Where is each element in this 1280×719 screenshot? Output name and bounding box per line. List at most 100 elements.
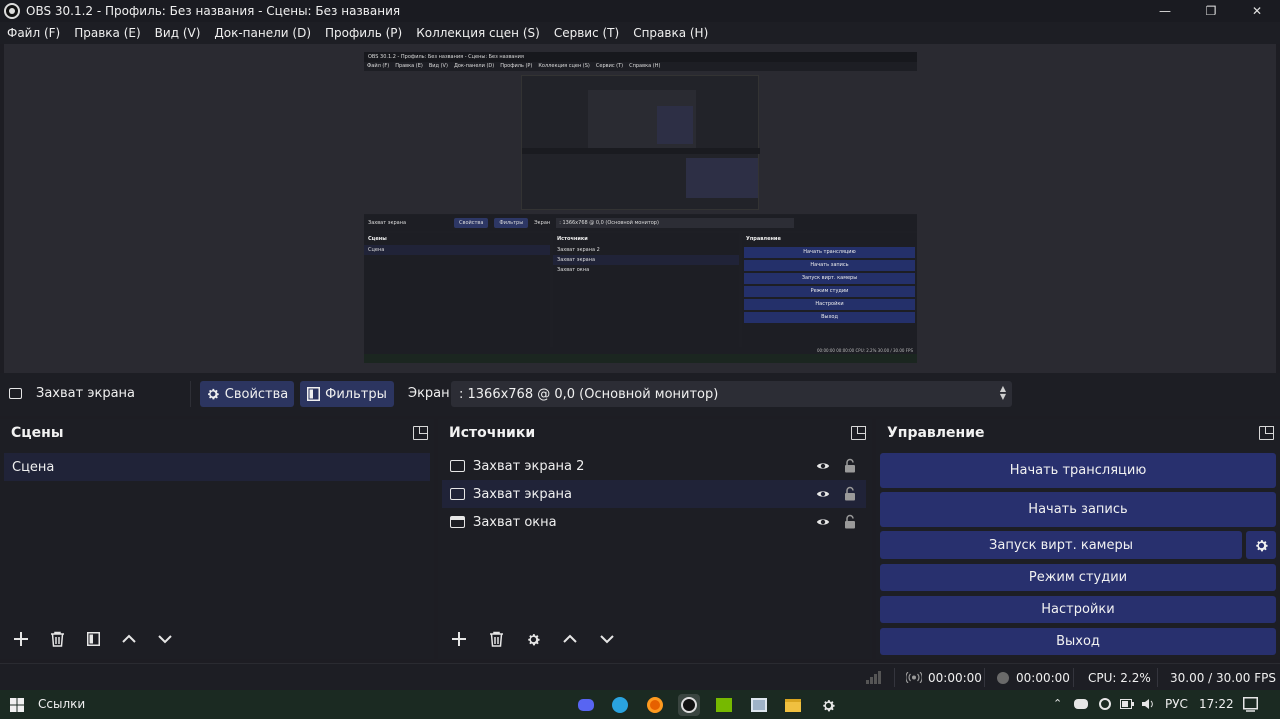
move-scene-down-button[interactable] <box>155 629 175 649</box>
mini-menu-item: Профиль (P) <box>500 63 533 69</box>
file-explorer-icon[interactable] <box>782 694 804 716</box>
sources-footer <box>449 629 617 649</box>
menu-bar: Файл (F) Правка (E) Вид (V) Док-панели (… <box>0 22 1280 44</box>
minimize-button[interactable]: — <box>1142 0 1188 22</box>
settings-gear-icon[interactable] <box>817 694 839 716</box>
tray-discord-icon[interactable] <box>1074 699 1088 709</box>
start-streaming-button[interactable]: Начать трансляцию <box>880 453 1276 488</box>
lock-icon[interactable] <box>844 486 856 501</box>
add-scene-button[interactable] <box>11 629 31 649</box>
move-scene-up-button[interactable] <box>119 629 139 649</box>
mini-source-item: Захват окна <box>557 267 590 273</box>
menu-help[interactable]: Справка (H) <box>626 22 715 44</box>
tray-chevron-up-icon[interactable]: ⌃ <box>1053 697 1062 710</box>
undock-icon[interactable] <box>1259 426 1274 440</box>
source-label: Захват окна <box>473 514 557 530</box>
gear-icon <box>207 388 219 400</box>
maximize-button[interactable]: ❐ <box>1188 0 1234 22</box>
notifications-icon[interactable] <box>1243 697 1258 712</box>
image-viewer-icon[interactable] <box>748 694 770 716</box>
add-source-button[interactable] <box>449 629 469 649</box>
menu-docks[interactable]: Док-панели (D) <box>207 22 318 44</box>
tray-obs-icon[interactable] <box>1099 698 1111 710</box>
scenes-title: Сцены <box>11 425 64 441</box>
mini-menu-item: Док-панели (D) <box>453 63 495 69</box>
mini-controls-dock: Управление Начать трансляцию Начать запи… <box>742 233 917 347</box>
start-virtual-camera-button[interactable]: Запуск вирт. камеры <box>880 531 1242 559</box>
taskbar-links[interactable]: Ссылки <box>38 697 85 711</box>
move-source-down-button[interactable] <box>597 629 617 649</box>
lock-icon[interactable] <box>844 514 856 529</box>
mini-preview <box>364 71 917 214</box>
mini-sources-title: Источники <box>557 236 588 242</box>
preview-canvas[interactable]: OBS 30.1.2 - Профиль: Без названия - Сце… <box>364 52 917 363</box>
sources-title: Источники <box>449 425 536 441</box>
source-label: Захват экрана 2 <box>473 458 585 474</box>
settings-button[interactable]: Настройки <box>880 596 1276 623</box>
gear-icon <box>1255 539 1268 551</box>
source-label: Захват экрана <box>473 486 572 502</box>
undock-icon[interactable] <box>413 426 428 440</box>
remove-scene-button[interactable] <box>47 629 67 649</box>
source-item[interactable]: Захват экрана <box>442 480 866 508</box>
source-item[interactable]: Захват экрана 2 <box>442 452 866 480</box>
status-divider <box>1073 668 1074 687</box>
keyboard-language[interactable]: РУС <box>1165 697 1188 711</box>
filters-button[interactable]: Фильтры <box>300 381 394 407</box>
virtual-camera-settings-button[interactable] <box>1246 531 1276 559</box>
scene-filters-button[interactable] <box>83 629 103 649</box>
toolbar-divider <box>190 381 191 407</box>
mini-control: Выход <box>744 312 915 323</box>
firefox-icon[interactable] <box>644 694 666 716</box>
menu-scene-collection[interactable]: Коллекция сцен (S) <box>409 22 547 44</box>
obs-taskbar-icon[interactable] <box>678 694 700 716</box>
close-button[interactable]: ✕ <box>1234 0 1280 22</box>
monitor-icon <box>450 460 465 472</box>
mini-scenes-title: Сцены <box>368 236 387 242</box>
controls-title: Управление <box>887 425 985 441</box>
source-item[interactable]: Захват окна <box>442 508 866 536</box>
start-recording-button[interactable]: Начать запись <box>880 492 1276 527</box>
studio-mode-button[interactable]: Режим студии <box>880 564 1276 591</box>
eye-icon[interactable] <box>816 515 830 529</box>
remove-source-button[interactable] <box>486 629 506 649</box>
mini-title: OBS 30.1.2 - Профиль: Без названия - Сце… <box>364 52 917 62</box>
filter-icon <box>307 387 321 401</box>
status-divider <box>894 668 895 687</box>
menu-view[interactable]: Вид (V) <box>148 22 208 44</box>
mini-menu-item: Правка (E) <box>395 63 423 69</box>
battery-icon[interactable] <box>1120 699 1134 709</box>
controls-header: Управление <box>876 419 1280 447</box>
mini-menu-item: Сервис (T) <box>595 63 624 69</box>
volume-icon[interactable] <box>1141 698 1155 710</box>
mini-screen-select: : 1366x768 @ 0,0 (Основной монитор) <box>556 218 795 228</box>
move-source-up-button[interactable] <box>560 629 580 649</box>
eye-icon[interactable] <box>816 487 830 501</box>
clock[interactable]: 17:22 <box>1199 697 1234 711</box>
undock-icon[interactable] <box>851 426 866 440</box>
menu-edit[interactable]: Правка (E) <box>67 22 147 44</box>
screen-select[interactable]: : 1366x768 @ 0,0 (Основной монитор) ▲ ▼ <box>451 381 1012 407</box>
select-arrows-icon: ▲ ▼ <box>999 384 1006 401</box>
chevron-down-icon <box>600 635 614 644</box>
exit-button[interactable]: Выход <box>880 628 1276 655</box>
mini-source-name: Захват экрана <box>368 220 407 226</box>
menu-profile[interactable]: Профиль (P) <box>318 22 409 44</box>
menu-file[interactable]: Файл (F) <box>0 22 67 44</box>
source-properties-button[interactable] <box>523 629 543 649</box>
trash-icon <box>50 631 64 647</box>
scene-item[interactable]: Сцена <box>4 453 430 481</box>
nvidia-icon[interactable] <box>713 694 735 716</box>
stream-icon <box>906 672 922 683</box>
sources-header: Источники <box>438 419 872 447</box>
monitor-icon <box>450 488 465 500</box>
preview-area[interactable]: OBS 30.1.2 - Профиль: Без названия - Сце… <box>4 44 1276 373</box>
telegram-icon[interactable] <box>609 694 631 716</box>
properties-button[interactable]: Свойства <box>200 381 294 407</box>
eye-icon[interactable] <box>816 459 830 473</box>
windows-taskbar: Ссылки ⌃ РУС 17:22 <box>0 690 1280 719</box>
menu-tools[interactable]: Сервис (T) <box>547 22 626 44</box>
discord-icon[interactable] <box>575 694 597 716</box>
windows-start-icon[interactable] <box>10 698 24 712</box>
lock-icon[interactable] <box>844 458 856 473</box>
